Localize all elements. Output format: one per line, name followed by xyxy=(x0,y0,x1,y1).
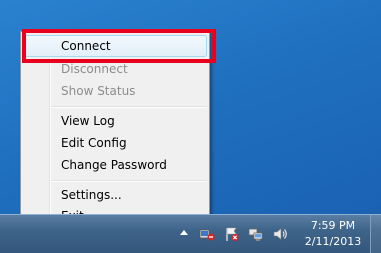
show-hidden-icons-arrow-icon[interactable] xyxy=(180,230,188,235)
clock-date: 2/11/2013 xyxy=(304,235,362,248)
menu-item-edit-config[interactable]: Edit Config xyxy=(23,132,207,154)
network-icon[interactable] xyxy=(248,226,264,242)
taskbar: 7:59 PM 2/11/2013 xyxy=(0,214,381,253)
action-center-flag-icon[interactable] xyxy=(224,226,240,242)
menu-item-label: Disconnect xyxy=(61,62,128,76)
annotation-highlight-box xyxy=(22,29,216,63)
volume-icon[interactable] xyxy=(272,226,288,242)
clock-time: 7:59 PM xyxy=(310,219,356,232)
menu-item-show-status: Show Status xyxy=(23,80,207,102)
taskbar-clock[interactable]: 7:59 PM 2/11/2013 xyxy=(300,218,366,250)
menu-item-label: Settings... xyxy=(61,188,122,202)
menu-item-label: View Log xyxy=(61,114,115,128)
menu-item-change-password[interactable]: Change Password xyxy=(23,154,207,176)
show-desktop-button[interactable] xyxy=(370,215,381,253)
menu-item-label: Change Password xyxy=(61,158,167,172)
menu-item-label: Show Status xyxy=(61,84,136,98)
menu-item-view-log[interactable]: View Log xyxy=(23,110,207,132)
menu-item-settings[interactable]: Settings... xyxy=(23,184,207,206)
menu-separator xyxy=(51,180,207,182)
menu-item-label: Edit Config xyxy=(61,136,127,150)
openvpn-icon[interactable] xyxy=(199,226,215,242)
menu-separator xyxy=(51,106,207,108)
